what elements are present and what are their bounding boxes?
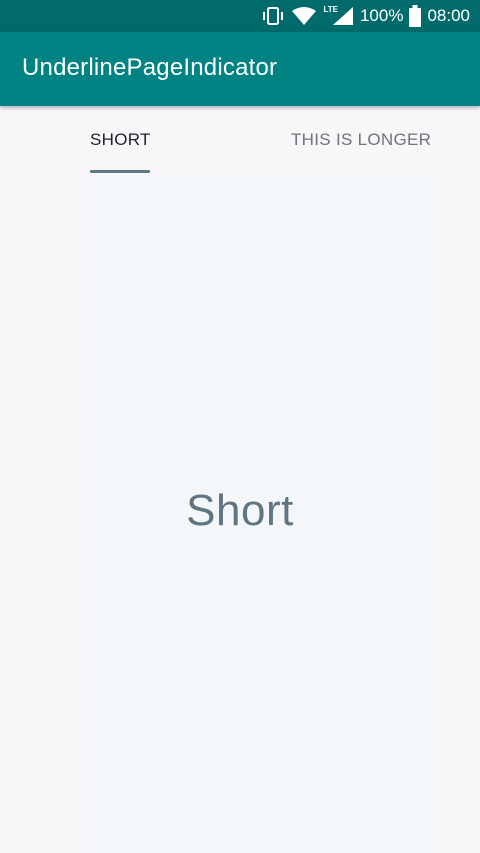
clock: 08:00 [427,6,470,25]
signal-icon: LTE [323,4,354,26]
tab-strip: SHORT THIS IS LONGER [0,106,480,176]
battery-icon [409,5,422,27]
page-content-text: Short [186,486,294,535]
status-bar: LTE 100% 08:00 [0,0,480,32]
app-bar: UnderlinePageIndicator [0,32,480,106]
network-type-label: LTE [323,4,338,14]
wifi-icon [291,6,317,26]
underline-page-indicator [90,170,150,173]
tab-this-is-longer[interactable]: THIS IS LONGER [291,130,431,150]
battery-percent: 100% [359,6,404,25]
tab-short[interactable]: SHORT [90,130,151,150]
status-icons: LTE 100% 08:00 [261,0,470,32]
app-title: UnderlinePageIndicator [22,54,278,81]
screen: LTE 100% 08:00 UnderlinePageIndicator SH… [0,0,480,853]
vibrate-icon [261,6,285,26]
